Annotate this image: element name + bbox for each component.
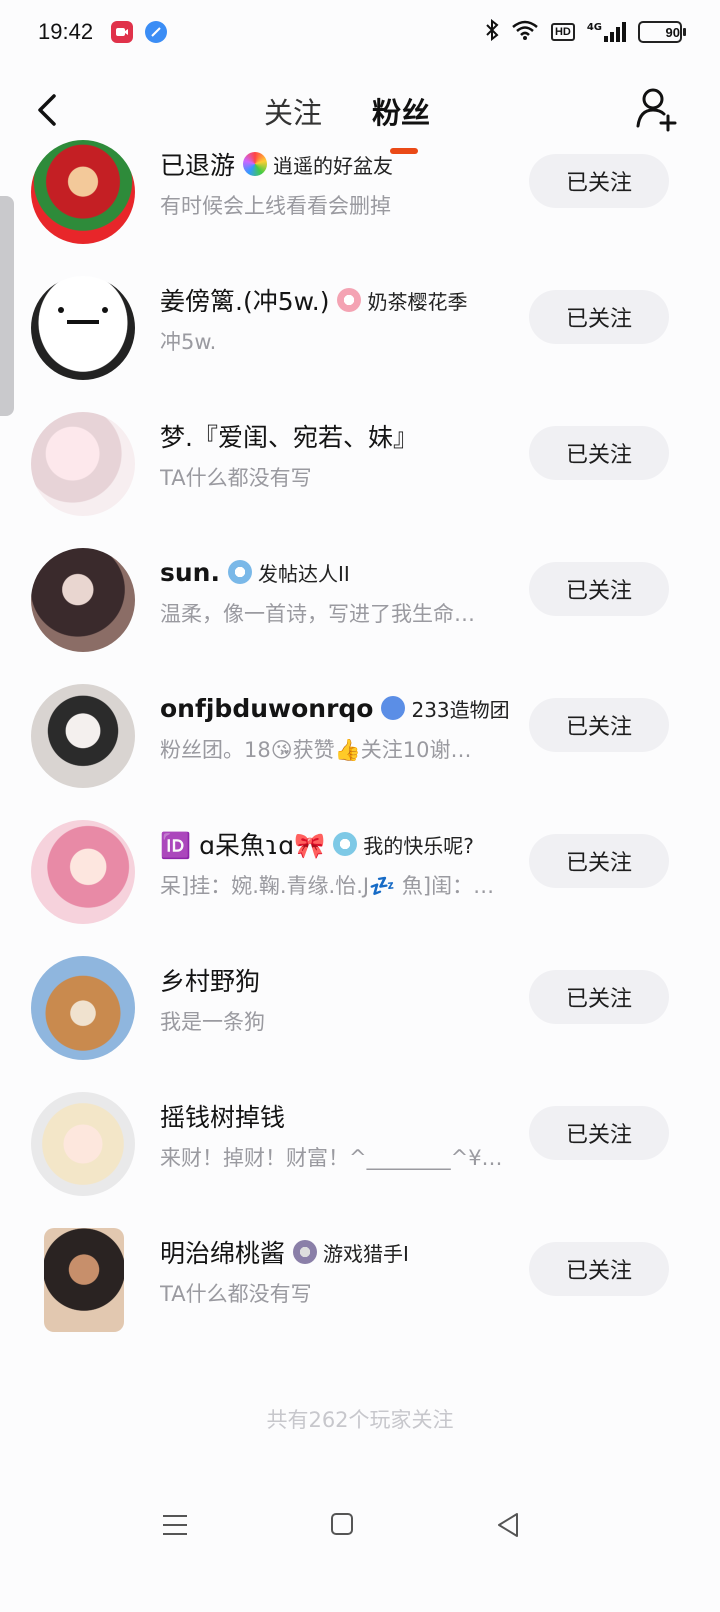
user-badge: 游戏猎手I [293, 1238, 409, 1267]
badge-icon [227, 560, 252, 584]
menu-icon [163, 1515, 187, 1535]
list-item[interactable]: onfjbduwonrqo 233造物团 粉丝团。18😘获赞👍关注10谢… 已关… [0, 668, 720, 804]
following-button[interactable]: 已关注 [529, 154, 669, 208]
avatar[interactable] [44, 1228, 124, 1332]
following-button[interactable]: 已关注 [529, 970, 669, 1024]
badge-label: 我的快乐呢? [363, 833, 474, 858]
badge-label: 奶茶樱花季 [367, 289, 468, 314]
clock: 19:42 [38, 19, 94, 44]
follower-count-text: 共有262个玩家关注 [266, 1408, 454, 1432]
user-badge: 逍遥的好盆友 [243, 150, 393, 179]
list-item[interactable]: sun. 发帖达人II 温柔，像一首诗，写进了我生命… 已关注 [0, 532, 720, 668]
badge-icon [337, 288, 362, 312]
following-button[interactable]: 已关注 [529, 562, 669, 616]
badge-label: 游戏猎手I [323, 1241, 409, 1266]
user-bio: TA什么都没有写 [160, 466, 312, 490]
badge-icon [333, 832, 358, 856]
fans-list: 已退游 逍遥的好盆友 有时候会上线看看会删掉 已关注 姜傍篱.(冲5w.) 奶茶… [0, 136, 720, 1348]
user-name: 🆔 ɑ呆魚ɿɑ🎀 [160, 831, 326, 860]
badge-icon [243, 152, 268, 176]
user-bio: 粉丝团。18😘获赞👍关注10谢… [160, 738, 472, 762]
user-bio: TA什么都没有写 [160, 1282, 312, 1306]
avatar[interactable] [31, 820, 135, 924]
user-name: sun. [160, 557, 220, 587]
square-icon [331, 1513, 353, 1535]
user-bio: 我是一条狗 [160, 1010, 265, 1034]
battery-indicator: 90 [638, 21, 686, 43]
following-button[interactable]: 已关注 [529, 698, 669, 752]
user-name: 梦.『爱闺、宛若、妹』 [160, 423, 418, 452]
user-name: 明治绵桃酱 [160, 1239, 286, 1268]
following-button[interactable]: 已关注 [529, 1106, 669, 1160]
wifi-icon [511, 20, 539, 45]
triangle-back-icon [498, 1513, 518, 1537]
avatar[interactable] [31, 276, 135, 380]
badge-label: 233造物团 [411, 697, 510, 722]
avatar[interactable] [31, 140, 135, 244]
status-bar: 19:42 HD 4G 90 [0, 0, 720, 64]
battery-level: 90 [665, 24, 680, 40]
list-item[interactable]: 🆔 ɑ呆魚ɿɑ🎀 我的快乐呢? 呆]挂：婉.鞠.青缘.怡.J💤 魚]闺：… 已关… [0, 804, 720, 940]
list-item[interactable]: 姜傍篱.(冲5w.) 奶茶樱花季 冲5w. 已关注 [0, 260, 720, 396]
user-name: 摇钱树掉钱 [160, 1103, 286, 1132]
user-name: onfjbduwonrqo [160, 693, 374, 723]
user-bio: 呆]挂：婉.鞠.青缘.怡.J💤 魚]闺：… [160, 874, 495, 898]
avatar[interactable] [31, 412, 135, 516]
following-button[interactable]: 已关注 [529, 426, 669, 480]
user-bio: 来财！掉财！财富！^________^¥… [160, 1146, 503, 1170]
user-name: 乡村野狗 [160, 967, 261, 996]
bluetooth-icon [485, 18, 499, 46]
avatar[interactable] [31, 956, 135, 1060]
following-button[interactable]: 已关注 [529, 1242, 669, 1296]
user-name: 姜傍篱.(冲5w.) [160, 287, 330, 316]
user-bio: 温柔，像一首诗，写进了我生命… [160, 602, 475, 626]
user-bio: 有时候会上线看看会删掉 [160, 194, 391, 218]
hd-badge: HD [550, 23, 575, 41]
list-item[interactable]: 乡村野狗 我是一条狗 已关注 [0, 940, 720, 1076]
avatar[interactable] [31, 684, 135, 788]
user-badge: 发帖达人II [227, 558, 350, 587]
avatar[interactable] [31, 548, 135, 652]
avatar[interactable] [31, 1092, 135, 1196]
user-badge: 我的快乐呢? [333, 830, 474, 859]
following-button[interactable]: 已关注 [529, 290, 669, 344]
user-badge: 233造物团 [381, 694, 510, 723]
recent-apps-button[interactable] [162, 1512, 188, 1538]
badge-icon [381, 696, 406, 720]
user-name: 已退游 [160, 151, 236, 180]
following-button[interactable]: 已关注 [529, 834, 669, 888]
list-item[interactable]: 梦.『爱闺、宛若、妹』 TA什么都没有写 已关注 [0, 396, 720, 532]
browser-app-icon [145, 21, 168, 43]
home-button[interactable] [330, 1512, 354, 1536]
video-app-icon [111, 21, 134, 43]
user-bio: 冲5w. [160, 330, 217, 354]
badge-label: 发帖达人II [257, 561, 350, 586]
badge-icon [293, 1240, 318, 1264]
list-item[interactable]: 明治绵桃酱 游戏猎手I TA什么都没有写 已关注 [0, 1212, 720, 1348]
list-item[interactable]: 已退游 逍遥的好盆友 有时候会上线看看会删掉 已关注 [0, 124, 720, 260]
system-nav-bar [0, 1500, 720, 1560]
signal-icon: 4G [587, 22, 626, 42]
user-badge: 奶茶樱花季 [337, 286, 467, 315]
network-type: 4G [586, 22, 602, 33]
system-back-button[interactable] [496, 1512, 520, 1538]
badge-label: 逍遥的好盆友 [273, 153, 394, 178]
list-item[interactable]: 摇钱树掉钱 来财！掉财！财富！^________^¥… 已关注 [0, 1076, 720, 1212]
